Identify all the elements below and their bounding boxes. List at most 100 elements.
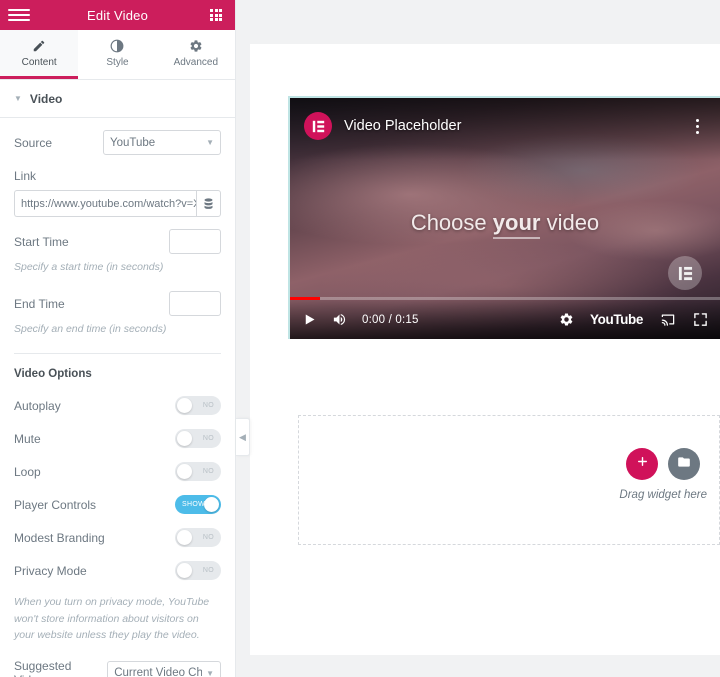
choose-emphasis: your — [493, 210, 541, 239]
section-header-video[interactable]: ▼ Video — [0, 80, 235, 118]
add-widget-button[interactable] — [626, 448, 658, 480]
tab-advanced[interactable]: Advanced — [157, 30, 235, 79]
chevron-down-icon: ▼ — [14, 94, 22, 103]
video-center-text: Choose your video — [290, 210, 720, 236]
dynamic-tags-icon[interactable] — [196, 190, 221, 217]
modest-branding-state: NO — [203, 528, 214, 547]
player-controls-toggle[interactable]: SHOW — [175, 495, 221, 514]
suggested-videos-label: Suggested Videos — [14, 659, 107, 677]
play-icon[interactable] — [302, 312, 317, 327]
toggle-row-modest-branding: Modest Branding NO — [14, 528, 221, 547]
mute-label: Mute — [14, 432, 41, 446]
video-top-bar: Video Placeholder — [290, 98, 720, 154]
suggested-videos-select[interactable]: Current Video Chann ▼ — [107, 661, 221, 677]
pencil-icon — [32, 39, 46, 53]
cast-icon[interactable] — [659, 312, 677, 327]
plus-icon — [636, 455, 649, 473]
video-options-title: Video Options — [14, 368, 221, 380]
player-right-controls: YouTube — [559, 312, 708, 327]
player-time: 0:00 / 0:15 — [362, 314, 419, 326]
page-preview: Video Placeholder Choose your video — [250, 44, 720, 655]
loop-state: NO — [203, 462, 214, 481]
panel-tabs: Content Style Advanced — [0, 30, 235, 80]
dropzone-buttons — [619, 448, 707, 480]
panel-collapse-handle[interactable]: ◀ — [236, 418, 250, 456]
tab-advanced-label: Advanced — [174, 57, 218, 68]
end-time-input[interactable] — [169, 291, 221, 316]
choose-prefix: Choose — [411, 210, 493, 235]
toggle-knob — [177, 563, 192, 578]
start-time-input[interactable] — [169, 229, 221, 254]
dropzone-actions: Drag widget here — [619, 448, 707, 501]
fullscreen-icon[interactable] — [693, 312, 708, 327]
grid-icon[interactable] — [205, 0, 227, 30]
start-time-hint: Specify a start time (in seconds) — [14, 260, 221, 275]
chevron-down-icon: ▼ — [206, 669, 214, 677]
tab-style-label: Style — [106, 57, 128, 68]
autoplay-state: NO — [203, 396, 214, 415]
gear-icon — [189, 39, 203, 53]
editor-canvas: Video Placeholder Choose your video — [236, 0, 720, 677]
panel-header: Edit Video — [0, 0, 235, 30]
source-value: YouTube — [110, 137, 202, 149]
start-time-row: Start Time — [14, 229, 221, 254]
link-input[interactable]: https://www.youtube.com/watch?v=XH — [14, 190, 196, 217]
link-input-wrap: https://www.youtube.com/watch?v=XH — [14, 190, 221, 217]
gear-icon[interactable] — [559, 312, 574, 327]
toggle-knob — [177, 398, 192, 413]
toggle-knob — [177, 431, 192, 446]
loop-toggle[interactable]: NO — [175, 462, 221, 481]
modest-branding-label: Modest Branding — [14, 531, 105, 545]
widget-dropzone[interactable]: Drag widget here — [298, 415, 720, 545]
player-controls-state: SHOW — [182, 495, 205, 514]
tab-content-label: Content — [22, 57, 57, 68]
page-title: Edit Video — [30, 8, 205, 23]
volume-icon[interactable] — [331, 312, 348, 327]
choose-suffix: video — [540, 210, 599, 235]
video-section-body: Source YouTube ▼ Link https://www.youtub… — [0, 118, 235, 677]
toggle-row-player-controls: Player Controls SHOW — [14, 495, 221, 514]
elementor-editor: Edit Video Content Style — [0, 0, 720, 677]
elementor-logo-icon — [304, 112, 332, 140]
video-widget-preview[interactable]: Video Placeholder Choose your video — [288, 96, 720, 339]
half-circle-icon — [110, 39, 124, 53]
suggested-videos-value: Current Video Chann — [114, 667, 202, 677]
tab-style[interactable]: Style — [78, 30, 156, 79]
end-time-hint: Specify an end time (in seconds) — [14, 322, 221, 337]
folder-icon — [677, 455, 691, 474]
divider — [14, 353, 221, 354]
elementor-watermark-icon — [668, 256, 702, 290]
kebab-menu-icon[interactable] — [688, 119, 706, 134]
chevron-left-icon: ◀ — [239, 432, 246, 443]
start-time-label: Start Time — [14, 235, 69, 249]
player-controls-label: Player Controls — [14, 498, 96, 512]
link-row: Link https://www.youtube.com/watch?v=XH — [14, 169, 221, 217]
suggested-videos-row: Suggested Videos Current Video Chann ▼ — [14, 659, 221, 677]
toggle-row-autoplay: Autoplay NO — [14, 396, 221, 415]
toggle-knob — [177, 530, 192, 545]
autoplay-label: Autoplay — [14, 399, 61, 413]
toggle-row-mute: Mute NO — [14, 429, 221, 448]
mute-state: NO — [203, 429, 214, 448]
youtube-brand[interactable]: YouTube — [590, 312, 643, 327]
source-row: Source YouTube ▼ — [14, 130, 221, 155]
toggle-row-privacy-mode: Privacy Mode NO — [14, 561, 221, 580]
source-label: Source — [14, 136, 52, 150]
loop-label: Loop — [14, 465, 41, 479]
privacy-mode-state: NO — [203, 561, 214, 580]
privacy-mode-label: Privacy Mode — [14, 564, 87, 578]
link-label: Link — [14, 169, 221, 183]
toggle-knob — [177, 464, 192, 479]
privacy-mode-toggle[interactable]: NO — [175, 561, 221, 580]
autoplay-toggle[interactable]: NO — [175, 396, 221, 415]
hamburger-icon[interactable] — [8, 0, 30, 30]
dropzone-label: Drag widget here — [619, 489, 707, 501]
end-time-row: End Time — [14, 291, 221, 316]
source-select[interactable]: YouTube ▼ — [103, 130, 221, 155]
privacy-mode-hint: When you turn on privacy mode, YouTube w… — [14, 594, 221, 643]
tab-content[interactable]: Content — [0, 30, 78, 79]
editor-panel: Edit Video Content Style — [0, 0, 236, 677]
mute-toggle[interactable]: NO — [175, 429, 221, 448]
modest-branding-toggle[interactable]: NO — [175, 528, 221, 547]
template-library-button[interactable] — [668, 448, 700, 480]
